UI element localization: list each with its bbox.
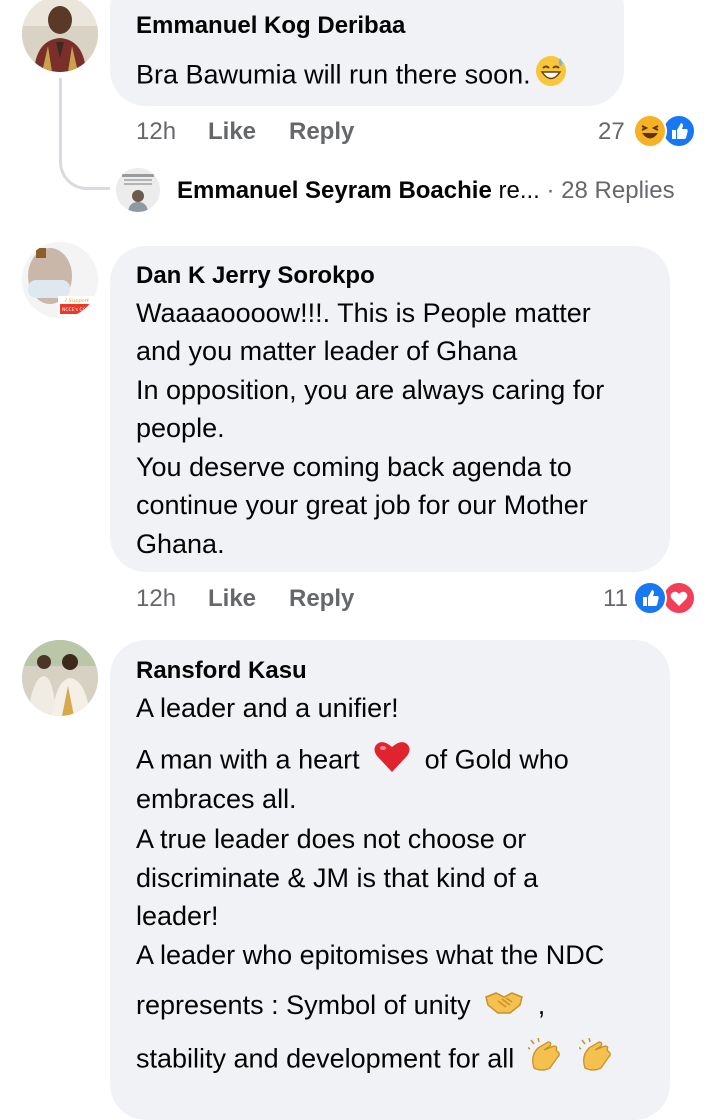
like-button[interactable]: Like: [208, 118, 256, 146]
comment-text-line: A true leader does not choose or: [136, 824, 527, 854]
person-photo-icon: [22, 0, 98, 72]
person-photo-icon: [116, 168, 160, 212]
comment-text-line: A leader who epitomises what the NDC: [136, 940, 605, 970]
comment-text-line: discriminate & JM is that kind of a: [136, 863, 539, 893]
avatar-dan-k-jerry-sorokpo[interactable]: I Support NCCE's COVID: [22, 242, 98, 318]
reply-button[interactable]: Reply: [289, 585, 354, 613]
comment-text: Bra Bawumia will run there soon.: [136, 55, 567, 98]
love-reaction-icon: [662, 581, 696, 615]
comment-text-line: Waaaaoooow!!!. This is People matter: [136, 298, 591, 328]
red-heart-emoji-icon: [373, 739, 411, 784]
avatar-emmanuel-seyram-boachie[interactable]: [116, 168, 160, 212]
comment-text-line: represents : Symbol of unity ,: [136, 986, 545, 1027]
comment-text-line: In opposition, you are always caring for: [136, 375, 605, 405]
svg-text:I Support: I Support: [64, 298, 90, 304]
comment-timestamp: 12h: [136, 585, 177, 612]
comment-text-line: You deserve coming back agenda to: [136, 452, 572, 482]
like-reaction-icon: [662, 114, 696, 148]
reaction-count[interactable]: 27: [598, 118, 625, 146]
comment-text-line: people.: [136, 413, 225, 443]
like-reaction-icon: [633, 581, 667, 615]
comment-text-line: Ghana.: [136, 529, 225, 559]
avatar-emmanuel-kog-deribaa[interactable]: [22, 0, 98, 72]
like-button[interactable]: Like: [208, 585, 256, 613]
reply-author[interactable]: Emmanuel Seyram Boachie: [177, 177, 492, 204]
view-replies-link[interactable]: 28 Replies: [561, 177, 674, 204]
comment-timestamp: 12h: [136, 118, 177, 145]
comment-text-line: and you matter leader of Ghana: [136, 336, 518, 366]
clapping-hands-emoji-icon: [526, 1037, 564, 1083]
grinning-sweat-emoji-icon: [535, 55, 567, 98]
separator-dot: ·: [546, 177, 555, 204]
haha-reaction-icon: [633, 114, 667, 148]
comment-author[interactable]: Emmanuel Kog Deribaa: [136, 12, 405, 40]
reply-truncated-text: re...: [498, 177, 540, 204]
comment-text-line: leader!: [136, 901, 219, 931]
comment-text-line: continue your great job for our Mother: [136, 490, 588, 520]
reply-preview[interactable]: Emmanuel Seyram Boachie re... · 28 Repli…: [177, 177, 675, 205]
avatar-ransford-kasu[interactable]: [22, 640, 98, 716]
reply-button[interactable]: Reply: [289, 118, 354, 146]
comment-author[interactable]: Dan K Jerry Sorokpo: [136, 262, 375, 290]
svg-text:NCCE's COVID: NCCE's COVID: [62, 307, 95, 313]
person-photo-icon: I Support NCCE's COVID: [22, 242, 98, 318]
thread-connector-line: [59, 78, 110, 190]
clapping-hands-emoji-icon: [577, 1037, 615, 1083]
comment-text-line: embraces all.: [136, 784, 297, 814]
reaction-count[interactable]: 11: [603, 585, 628, 613]
person-photo-icon: [22, 640, 98, 716]
comment-text-line: A leader and a unifier!: [136, 693, 399, 723]
comment-author[interactable]: Ransford Kasu: [136, 657, 307, 685]
comment-text-line: A man with a heart of Gold who: [136, 739, 569, 784]
comment-text-line: stability and development for all: [136, 1037, 615, 1083]
handshake-emoji-icon: [484, 987, 524, 1028]
